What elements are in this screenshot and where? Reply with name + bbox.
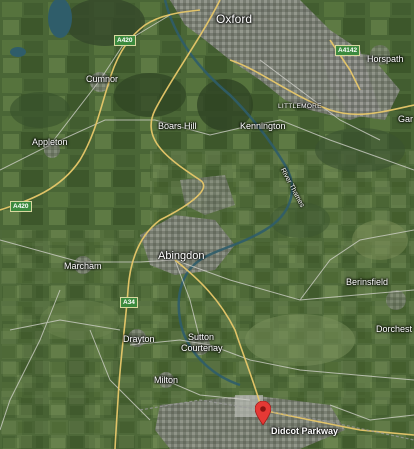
map-view[interactable]: A420 A420 A4142 A34 Oxford Cumnor Horspa… xyxy=(0,0,414,449)
place-label-berinsfield[interactable]: Berinsfield xyxy=(346,278,388,287)
place-label-kennington[interactable]: Kennington xyxy=(240,122,286,131)
place-label-sutton[interactable]: Sutton xyxy=(188,333,214,342)
place-label-marcham[interactable]: Marcham xyxy=(64,262,102,271)
map-pin-graphic xyxy=(254,400,272,426)
road-shield-a420-north: A420 xyxy=(114,35,136,46)
place-label-oxford[interactable]: Oxford xyxy=(216,13,252,25)
road-shield-a34: A34 xyxy=(120,297,138,308)
place-label-cumnor[interactable]: Cumnor xyxy=(86,75,118,84)
place-label-drayton[interactable]: Drayton xyxy=(123,335,155,344)
satellite-imagery xyxy=(0,0,414,449)
map-pin-icon[interactable] xyxy=(254,400,272,430)
place-label-gar[interactable]: Gar xyxy=(398,115,413,124)
place-label-milton[interactable]: Milton xyxy=(154,376,178,385)
road-shield-a420-west: A420 xyxy=(10,201,32,212)
place-label-dorchester[interactable]: Dorchest xyxy=(376,325,412,334)
place-label-abingdon[interactable]: Abingdon xyxy=(158,251,205,262)
place-label-courtenay[interactable]: Courtenay xyxy=(181,344,223,353)
place-label-littlemore[interactable]: LITTLEMORE xyxy=(278,103,322,111)
place-label-horspath[interactable]: Horspath xyxy=(367,55,404,64)
place-label-appleton[interactable]: Appleton xyxy=(32,138,68,147)
road-shield-a4142: A4142 xyxy=(335,45,361,56)
place-label-boars-hill[interactable]: Boars Hill xyxy=(158,122,197,131)
place-label-didcot-parkway[interactable]: Didcot Parkway xyxy=(271,427,338,436)
